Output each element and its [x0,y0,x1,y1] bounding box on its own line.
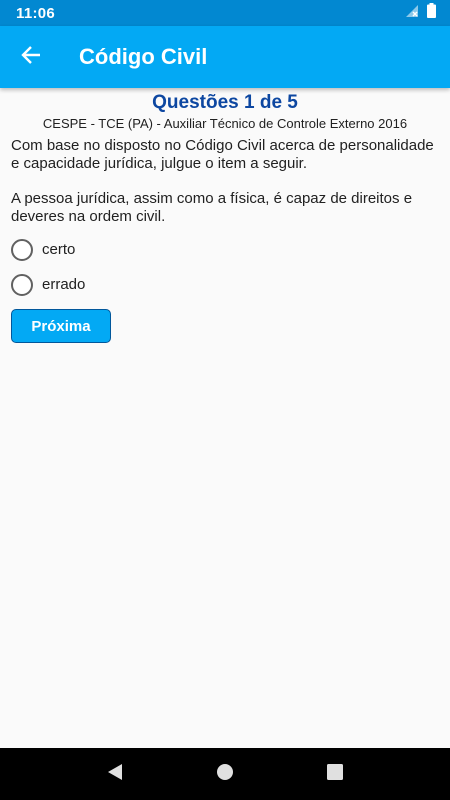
arrow-back-icon [21,45,41,70]
radio-button[interactable] [11,238,33,261]
nav-back-button[interactable] [91,750,139,798]
question-content: Questões 1 de 5 CESPE - TCE (PA) - Auxil… [0,88,450,343]
radio-button[interactable] [11,273,33,296]
signal-off-icon [405,4,419,23]
question-counter: Questões 1 de 5 [152,92,298,113]
option-label: certo [42,241,76,258]
option-errado[interactable]: errado [11,267,439,302]
question-source: CESPE - TCE (PA) - Auxiliar Técnico de C… [42,116,408,131]
back-triangle-icon [106,763,124,786]
status-bar: 11:06 [0,0,450,26]
home-circle-icon [216,763,234,786]
next-button[interactable]: Próxima [11,309,111,343]
status-icons [405,3,436,23]
question-item: A pessoa jurídica, assim como a física, … [11,190,413,225]
battery-icon [427,3,436,23]
nav-home-button[interactable] [201,750,249,798]
system-nav-bar [0,748,450,800]
recents-square-icon [327,763,343,785]
back-button[interactable] [3,29,59,85]
option-label: errado [42,276,86,293]
nav-recents-button[interactable] [311,750,359,798]
page-title: Código Civil [79,44,208,69]
app-bar: Código Civil [0,26,450,88]
status-time: 11:06 [16,4,56,22]
answer-options: certo errado [11,232,439,302]
question-statement: Com base no disposto no Código Civil ace… [11,137,434,172]
option-certo[interactable]: certo [11,232,439,267]
